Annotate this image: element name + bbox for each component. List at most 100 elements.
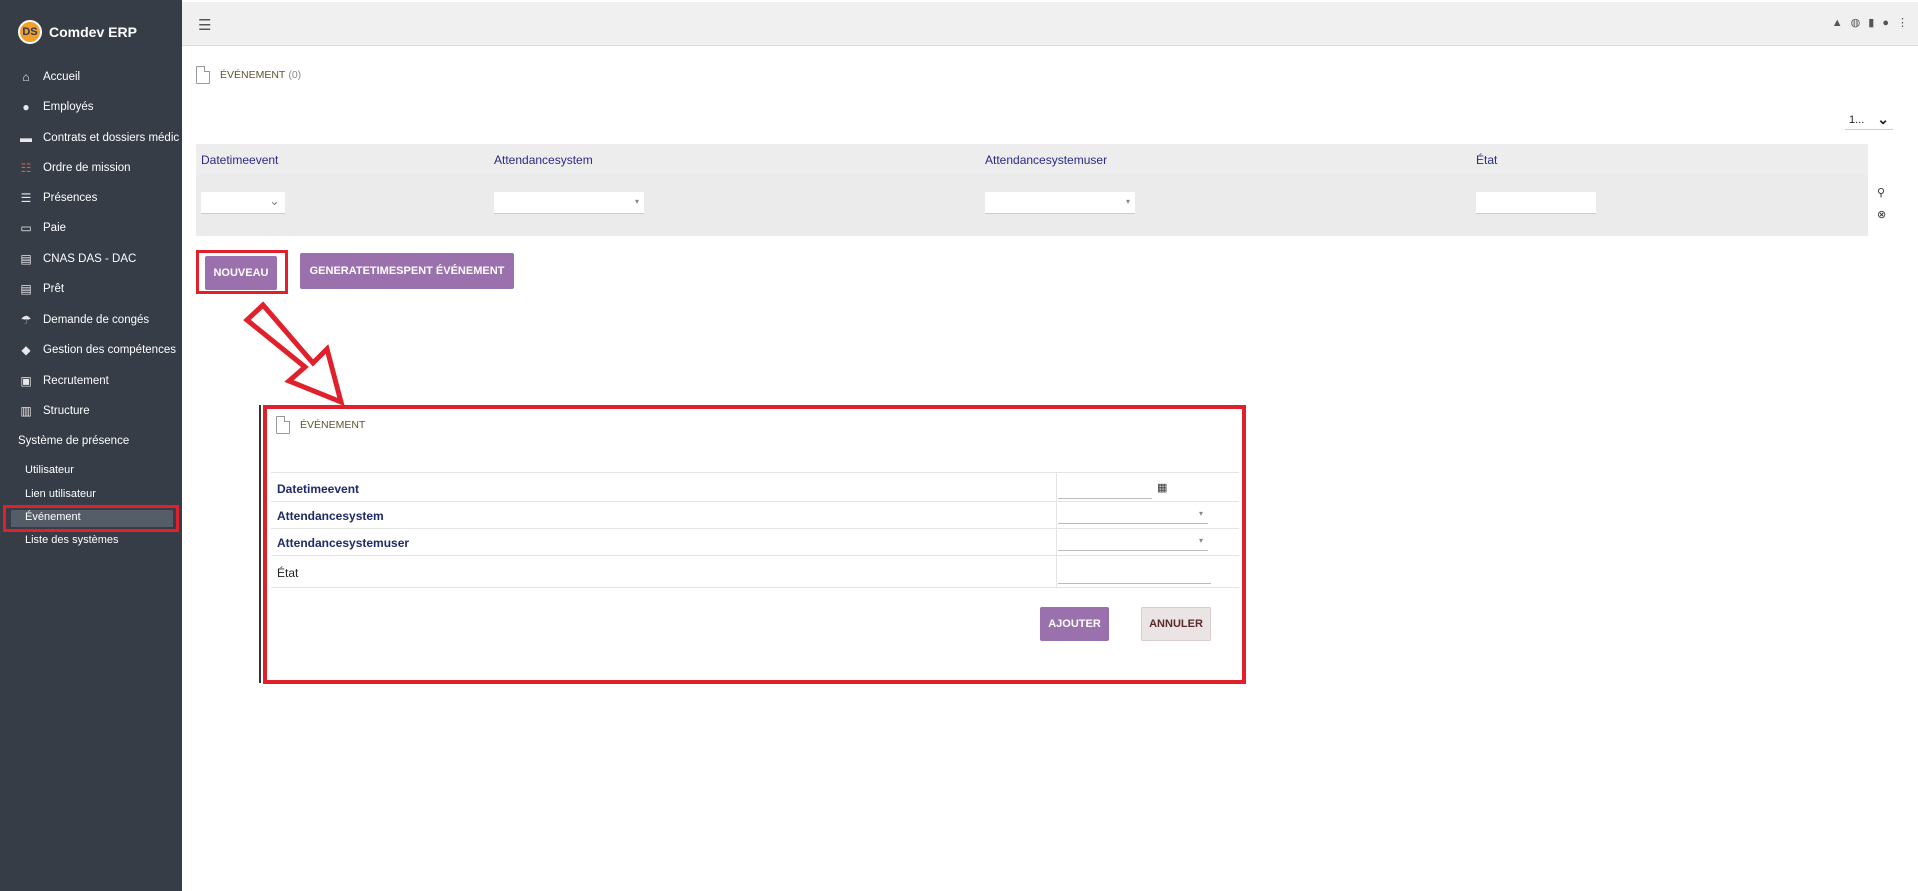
sidebar-subitem-utilisateur[interactable]: Utilisateur [25, 464, 74, 476]
dialog-header: ÉVÉNEMENT [276, 416, 365, 434]
sidebar-item-label: Recrutement [43, 375, 109, 387]
top-bar-icons: ▲ ◍ ▮ ● ⋮ [1832, 16, 1908, 30]
dropdown-caret-icon: ▾ [1125, 197, 1130, 206]
column-header-attendancesystem[interactable]: Attendancesystem [494, 153, 593, 167]
money-icon: ▭ [20, 221, 32, 235]
sidebar-item-label: Ordre de mission [43, 162, 131, 174]
nouveau-button[interactable]: NOUVEAU [205, 256, 277, 290]
sidebar-item-label: Structure [43, 405, 90, 417]
sidebar-item-contrats[interactable]: ▬ Contrats et dossiers médic [18, 128, 179, 148]
checklist-icon: ☷ [20, 161, 32, 175]
more-vertical-icon[interactable]: ⋮ [1897, 16, 1908, 29]
folder-icon: ▬ [20, 131, 32, 145]
document-icon [196, 66, 210, 84]
sidebar-item-label: Gestion des compétences [43, 344, 176, 356]
grid-filter-row: ⌄ ▾ ▾ [196, 174, 1898, 236]
brand[interactable]: DS Comdev ERP [18, 20, 137, 44]
datetime-filter-input[interactable] [201, 192, 234, 214]
datetimeevent-label: Datetimeevent [277, 482, 360, 496]
sidebar-item-cnas[interactable]: ▤ CNAS DAS - DAC [18, 249, 136, 269]
sidebar-item-employes[interactable]: ● Employés [18, 97, 94, 117]
sidebar-item-label: Contrats et dossiers médic [43, 132, 180, 144]
sidebar-item-label: Paie [43, 222, 67, 234]
record-count: (0) [288, 69, 302, 81]
dropdown-caret-icon: ▾ [634, 197, 639, 206]
sidebar-item-ordre-mission[interactable]: ☷ Ordre de mission [18, 158, 131, 178]
attendancesystem-label: Attendancesystem [277, 509, 384, 523]
document-icon: ▤ [20, 252, 32, 266]
column-header-attendancesystemuser[interactable]: Attendancesystemuser [985, 153, 1107, 167]
id-card-icon: ▣ [20, 374, 32, 388]
document-icon: ▤ [20, 282, 32, 296]
generate-timespent-button[interactable]: GENERATETIMESPENT ÉVÉNEMENT [300, 253, 514, 289]
events-grid: Datetimeevent Attendancesystem Attendanc… [196, 144, 1898, 236]
clipboard-icon[interactable]: ▮ [1868, 16, 1874, 29]
umbrella-icon: ☂ [20, 313, 32, 327]
top-bar: ☰ ▲ ◍ ▮ ● ⋮ [182, 2, 1918, 46]
sidebar-item-conges[interactable]: ☂ Demande de congés [18, 310, 150, 330]
datetime-operator-select[interactable]: ⌄ [234, 192, 285, 214]
column-header-etat[interactable]: État [1476, 153, 1497, 167]
etat-input[interactable] [1058, 564, 1211, 584]
form-row-attendancesystemuser: Attendancesystemuser ▾ [271, 529, 1239, 556]
brand-name: Comdev ERP [49, 24, 137, 40]
attendancesystemuser-select[interactable]: ▾ [1058, 533, 1208, 551]
sidebar-subitem-lien-utilisateur[interactable]: Lien utilisateur [25, 488, 96, 500]
attendancesystemuser-filter-select[interactable]: ▾ [985, 192, 1135, 214]
sidebar-subitem-evenement[interactable]: Événement [25, 511, 81, 523]
attendancesystem-select[interactable]: ▾ [1058, 506, 1208, 524]
form-row-etat: État [271, 556, 1239, 588]
chat-icon[interactable]: ◍ [1851, 16, 1861, 29]
row-divider [1056, 502, 1057, 528]
sidebar-item-label: Employés [43, 101, 94, 113]
form-row-attendancesystem: Attendancesystem ▾ [271, 502, 1239, 529]
shapes-icon: ◆ [21, 343, 31, 357]
sidebar-item-label: Prêt [43, 283, 65, 295]
attendancesystemuser-label: Attendancesystemuser [277, 536, 410, 550]
page-title: ÉVÉNEMENT [220, 69, 286, 81]
dropdown-caret-icon: ▾ [1198, 509, 1203, 518]
brand-logo: DS [18, 20, 42, 44]
building-icon: ▥ [20, 404, 32, 418]
notification-icon[interactable]: ▲ [1832, 17, 1843, 29]
list-icon: ☰ [20, 191, 32, 205]
column-header-datetimeevent[interactable]: Datetimeevent [201, 153, 278, 167]
sidebar-item-recrutement[interactable]: ▣ Recrutement [18, 371, 109, 391]
sidebar-item-label: CNAS DAS - DAC [43, 253, 137, 265]
ajouter-button[interactable]: AJOUTER [1040, 607, 1109, 641]
attendancesystem-filter-select[interactable]: ▾ [494, 192, 644, 214]
sidebar-item-accueil[interactable]: ⌂ Accueil [18, 67, 80, 87]
sidebar-item-presences[interactable]: ☰ Présences [18, 188, 98, 208]
datetimeevent-input[interactable] [1058, 481, 1152, 499]
clear-filter-icon[interactable]: ⊗ [1877, 208, 1886, 221]
page-size-value: 1... [1849, 113, 1865, 126]
etat-filter-input[interactable] [1476, 192, 1596, 214]
user-icon: ● [22, 100, 30, 114]
row-divider [1056, 529, 1057, 555]
annotation-arrow [243, 301, 345, 407]
row-divider [1056, 556, 1057, 587]
document-icon [276, 416, 290, 434]
sidebar-subitem-liste-systemes[interactable]: Liste des systèmes [25, 534, 119, 546]
sidebar: DS Comdev ERP ⌂ Accueil ● Employés ▬ Con… [0, 0, 182, 891]
calendar-icon[interactable]: ▦ [1157, 481, 1167, 494]
dropdown-caret-icon: ▾ [1198, 536, 1203, 545]
form-row-datetimeevent: Datetimeevent ▦ [271, 472, 1239, 502]
sidebar-item-pret[interactable]: ▤ Prêt [18, 279, 64, 299]
search-icon[interactable]: ⚲ [1877, 186, 1885, 199]
page-size-select[interactable]: 1... ⌄ [1845, 110, 1893, 130]
user-avatar-icon[interactable]: ● [1882, 17, 1889, 29]
sidebar-item-paie[interactable]: ▭ Paie [18, 218, 66, 238]
annuler-button[interactable]: ANNULER [1141, 607, 1211, 641]
sidebar-item-competences[interactable]: ◆ Gestion des compétences [18, 340, 176, 360]
page-header: ÉVÉNEMENT (0) [196, 66, 301, 84]
menu-toggle-icon[interactable]: ☰ [198, 16, 211, 34]
sidebar-section-title[interactable]: Système de présence [18, 435, 129, 447]
sidebar-item-label: Accueil [43, 71, 81, 83]
home-icon: ⌂ [22, 70, 30, 84]
grid-tools: ⚲ ⊗ [1868, 174, 1898, 236]
dialog-title: ÉVÉNEMENT [300, 419, 366, 431]
chevron-down-icon: ⌄ [1877, 111, 1889, 127]
grid-header: Datetimeevent Attendancesystem Attendanc… [196, 144, 1868, 174]
sidebar-item-structure[interactable]: ▥ Structure [18, 401, 90, 421]
